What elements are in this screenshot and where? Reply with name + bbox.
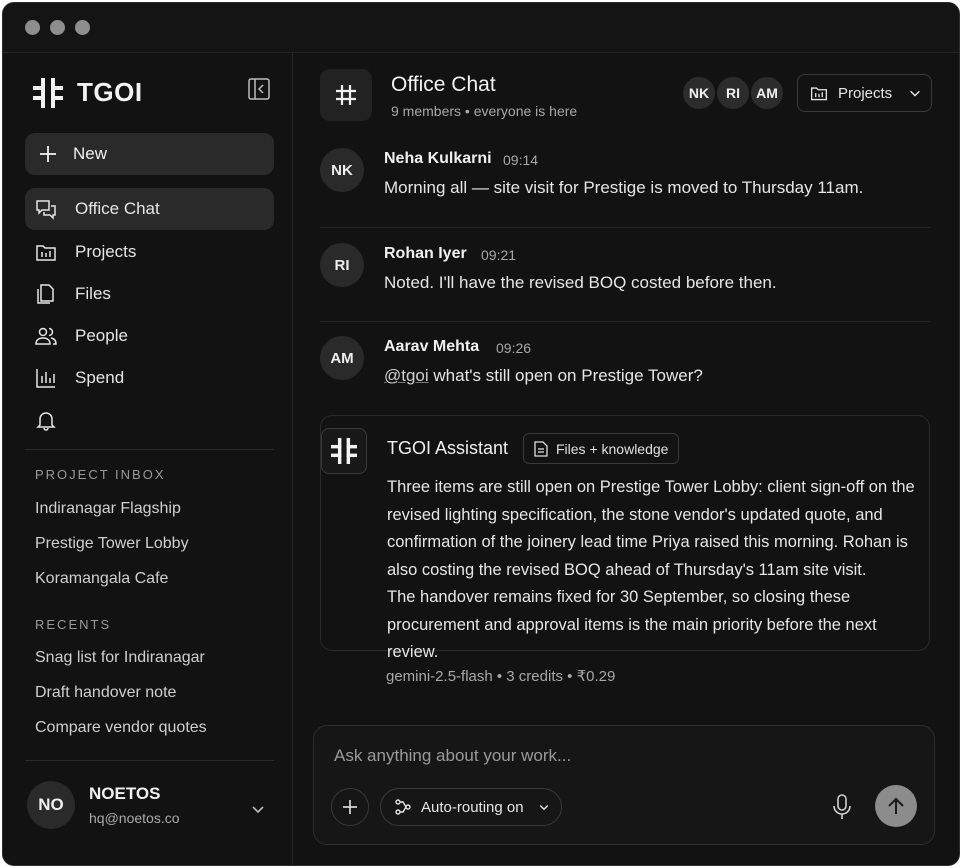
collapse-sidebar-icon[interactable] <box>248 78 270 100</box>
projects-dropdown[interactable]: Projects <box>797 74 932 112</box>
logo-icon <box>33 77 63 108</box>
source-chip[interactable]: Files + knowledge <box>523 433 680 464</box>
attach-button[interactable] <box>331 788 369 826</box>
arrow-up-icon <box>888 797 904 814</box>
avatar: AM <box>320 336 364 380</box>
sidebar-item-label: Office Chat <box>75 199 160 218</box>
new-button[interactable]: New <box>25 133 274 175</box>
assistant-paragraph: Three items are still open on Prestige T… <box>387 478 915 579</box>
project-link[interactable]: Koramangala Cafe <box>35 570 168 588</box>
assistant-response: TGOI Assistant Files + knowledge Three i… <box>320 415 930 661</box>
sidebar-divider <box>25 760 274 761</box>
files-icon <box>37 284 54 304</box>
recents-label: RECENTS <box>35 617 112 632</box>
assistant-paragraph: The handover remains fixed for 30 Septem… <box>387 588 877 661</box>
sidebar-divider <box>25 449 274 450</box>
avatar: NK <box>681 75 717 111</box>
chart-icon <box>36 369 55 388</box>
chat-icon <box>36 200 56 220</box>
sidebar-item-files[interactable]: Files <box>25 273 274 315</box>
avatar: NK <box>320 148 364 192</box>
message-author: Aarav Mehta <box>384 338 480 355</box>
project-link[interactable]: Indiranagar Flagship <box>35 500 181 518</box>
brand: TGOI <box>33 77 143 108</box>
avatar: RI <box>715 75 751 111</box>
auto-routing-label: Auto-routing on <box>421 798 524 816</box>
hash-icon <box>336 85 356 105</box>
user-name: NOETOS <box>89 784 161 803</box>
avatar: NO <box>27 781 75 829</box>
mention-link[interactable]: @tgoi <box>384 366 429 385</box>
message-text: Noted. I'll have the revised BOQ costed … <box>384 273 777 292</box>
people-icon <box>35 327 57 345</box>
window-close-dot[interactable] <box>25 20 40 35</box>
avatar: RI <box>320 243 364 287</box>
window-minimize-dot[interactable] <box>50 20 65 35</box>
bell-icon <box>36 412 56 431</box>
send-button[interactable] <box>875 785 917 827</box>
logo-icon <box>331 438 357 464</box>
routing-icon <box>395 799 411 815</box>
source-chip-label: Files + knowledge <box>556 440 669 457</box>
plus-icon <box>40 146 56 162</box>
message-author: Rohan Iyer <box>384 245 467 262</box>
sidebar-item-label: People <box>75 326 128 345</box>
assistant-avatar <box>321 428 367 474</box>
document-icon <box>534 440 548 457</box>
sidebar-item-spend[interactable]: Spend <box>25 357 274 399</box>
page-title: Office Chat <box>391 73 496 96</box>
channel-subtitle: 9 members • everyone is here <box>391 103 578 119</box>
member-avatars[interactable]: NK RI AM <box>681 75 785 111</box>
sidebar-item-office-chat[interactable]: Office Chat <box>25 188 274 230</box>
message-text-body: what's still open on Prestige Tower? <box>428 366 703 385</box>
message-text: Morning all — site visit for Prestige is… <box>384 178 864 197</box>
recent-link[interactable]: Draft handover note <box>35 684 176 702</box>
project-link[interactable]: Prestige Tower Lobby <box>35 535 189 553</box>
brand-name: TGOI <box>77 77 143 107</box>
assistant-name: TGOI Assistant <box>387 438 509 458</box>
recent-link[interactable]: Snag list for Indiranagar <box>35 649 205 667</box>
new-button-label: New <box>73 144 108 163</box>
title-bar <box>3 3 959 53</box>
sidebar-item-projects[interactable]: Projects <box>25 231 274 273</box>
user-email: hq@noetos.co <box>89 810 180 826</box>
recent-link[interactable]: Compare vendor quotes <box>35 719 207 737</box>
auto-routing-toggle[interactable]: Auto-routing on <box>380 788 562 826</box>
message-time: 09:26 <box>496 340 532 356</box>
message-time: 09:14 <box>503 152 539 168</box>
user-profile[interactable]: NO NOETOS hq@noetos.co <box>27 781 180 829</box>
window-zoom-dot[interactable] <box>75 20 90 35</box>
chat-input[interactable] <box>334 746 894 766</box>
sidebar-item-people[interactable]: People <box>25 315 274 357</box>
sidebar: TGOI New Office Chat Projects Files Peop… <box>3 53 293 865</box>
composer: Auto-routing on <box>313 725 935 845</box>
microphone-icon[interactable] <box>832 794 852 820</box>
channel-icon <box>320 69 372 121</box>
message-divider <box>320 227 930 228</box>
message-text: @tgoi what's still open on Prestige Towe… <box>384 366 703 386</box>
response-meta: gemini-2.5-flash • 3 credits • ₹0.29 <box>386 668 616 685</box>
message-author: Neha Kulkarni <box>384 150 492 167</box>
projects-dropdown-label: Projects <box>838 84 893 102</box>
projects-icon <box>810 87 828 101</box>
chat-panel: Office Chat 9 members • everyone is here… <box>293 53 959 865</box>
sidebar-item-label: Projects <box>75 242 137 261</box>
chevron-down-icon <box>910 90 921 97</box>
plus-icon <box>343 800 357 814</box>
chevron-down-icon <box>539 805 548 811</box>
message-divider <box>320 321 930 322</box>
avatar: AM <box>749 75 785 111</box>
app-window: TGOI New Office Chat Projects Files Peop… <box>2 2 960 866</box>
message-time: 09:21 <box>481 247 517 263</box>
projects-icon <box>36 245 56 261</box>
sidebar-item-label: Spend <box>75 368 125 387</box>
chevron-down-icon[interactable] <box>250 801 266 817</box>
sidebar-item-label: Files <box>75 284 111 303</box>
assistant-text: Three items are still open on Prestige T… <box>387 474 922 667</box>
project-inbox-label: PROJECT INBOX <box>35 467 166 482</box>
sidebar-item-notifications[interactable] <box>25 399 274 441</box>
